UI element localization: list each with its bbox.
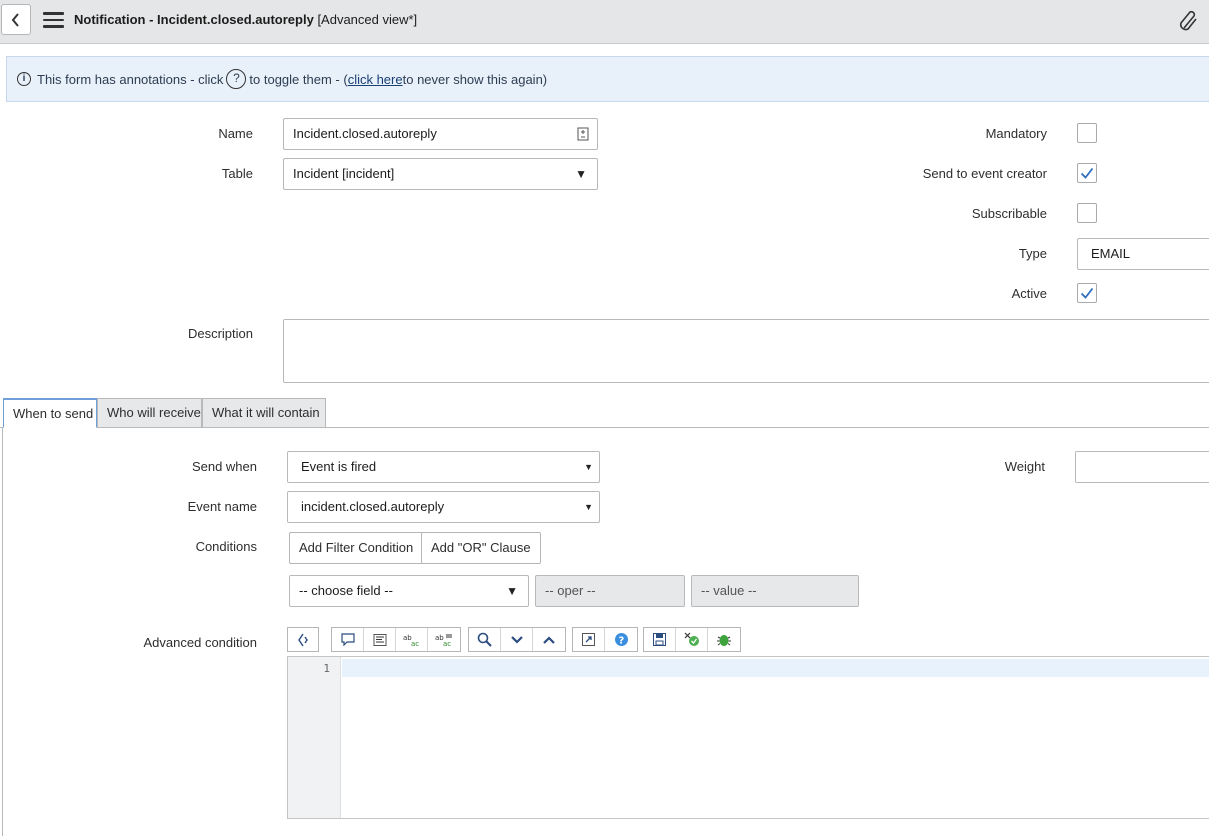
svg-text:ac: ac [411,640,419,647]
operator-select[interactable]: -- oper -- [535,575,685,607]
send-when-select[interactable]: Event is fired ▼ [287,451,600,483]
send-to-event-creator-checkbox[interactable] [1077,163,1097,183]
replace-button[interactable]: ab ac [396,628,428,651]
table-select[interactable]: Incident [incident] ▼ [283,158,598,190]
editor-toolbar-group-2 [468,627,566,652]
search-button[interactable] [469,628,501,651]
name-label: Name [218,126,253,141]
view-name: [Advanced view*] [317,12,418,27]
editor-gutter [288,657,341,818]
add-filter-condition-button[interactable]: Add Filter Condition [289,532,424,564]
hamburger-menu-icon[interactable] [43,12,64,29]
syntax-check-button[interactable] [676,628,708,651]
svg-text:ac: ac [443,640,451,647]
annotation-text-end: to never show this again) [402,71,548,87]
align-text-button[interactable] [364,628,396,651]
tab-what-it-will-contain[interactable]: What it will contain [202,398,326,428]
choose-field-select[interactable]: -- choose field -- ▼ [289,575,529,607]
active-checkbox[interactable] [1077,283,1097,303]
replace-all-button[interactable]: ab ac [428,628,460,651]
advanced-condition-label: Advanced condition [143,635,257,650]
active-label: Active [1011,286,1047,301]
comment-button[interactable] [332,628,364,651]
chevron-down-icon: ▼ [575,167,587,181]
editor-toolbar-group-4 [643,627,741,652]
info-icon: i [17,72,31,86]
send-when-label: Send when [191,459,257,474]
toggle-annotations-help-icon[interactable]: ? [226,69,247,89]
chevron-up-icon [543,635,555,644]
format-code-icon [298,633,308,646]
syntax-check-icon [684,632,699,646]
description-label: Description [187,326,253,341]
type-select[interactable]: EMAIL [1077,238,1209,270]
debug-button[interactable] [708,628,740,651]
value-input[interactable]: -- value -- [691,575,859,607]
weight-input[interactable] [1075,451,1209,483]
form-title: Notification - Incident.closed.autoreply [74,12,314,27]
choose-field-value: -- choose field -- [299,583,393,598]
annotation-text-start: This form has annotations - click [37,71,224,87]
name-value: Incident.closed.autoreply [293,126,437,141]
editor-toolbar-group-3: ? [572,627,638,652]
event-name-select[interactable]: incident.closed.autoreply ▼ [287,491,600,523]
script-editor[interactable] [287,656,1209,819]
description-textarea[interactable] [283,319,1209,383]
fullscreen-button[interactable] [573,628,605,651]
expand-icon [582,633,595,646]
svg-text:?: ? [618,636,624,647]
checkmark-icon [1080,167,1094,179]
replace-all-icon: abac [435,634,452,647]
find-previous-button[interactable] [533,628,565,651]
subscribable-label: Subscribable [971,206,1047,221]
event-name-label: Event name [187,499,257,514]
conditions-label: Conditions [195,539,257,554]
annotation-text-mid: to toggle them - ( [249,71,348,87]
weight-label: Weight [1004,459,1045,474]
tab-when-to-send[interactable]: When to send [3,398,97,428]
help-button[interactable]: ? [605,628,637,651]
active-line-highlight [342,659,1209,677]
field-suggestion-icon[interactable] [577,127,589,141]
bug-icon [717,635,731,646]
save-icon [653,633,666,646]
chevron-down-icon: ▼ [506,584,518,598]
align-text-icon [373,633,386,646]
mandatory-checkbox[interactable] [1077,123,1097,143]
tab-panel-border [2,428,3,836]
chevron-down-icon [510,635,523,644]
editor-toolbar-group-1: ab ac ab ac [331,627,461,652]
add-or-clause-button[interactable]: Add "OR" Clause [421,532,541,564]
format-code-button[interactable] [287,627,319,652]
type-value: EMAIL [1091,246,1131,261]
search-icon [477,632,492,647]
table-label: Table [221,166,253,181]
chevron-down-icon: ▼ [584,502,593,512]
find-next-button[interactable] [501,628,533,651]
mandatory-label: Mandatory [985,126,1047,141]
chevron-down-icon: ▼ [584,462,593,472]
table-value: Incident [incident] [293,166,395,181]
annotation-banner: i This form has annotations - click ? to… [6,56,1209,102]
send-to-event-creator-label: Send to event creator [922,166,1047,181]
back-button[interactable] [1,4,31,35]
never-show-again-link[interactable]: click here [348,72,403,87]
subscribable-checkbox[interactable] [1077,203,1097,223]
checkmark-icon [1080,287,1094,299]
chevron-left-icon [11,12,19,27]
event-name-value: incident.closed.autoreply [301,499,445,514]
line-number: 1 [323,662,330,675]
type-label: Type [1018,246,1047,261]
send-when-value: Event is fired [301,459,377,474]
help-icon: ? [614,633,628,647]
replace-icon: abac [403,634,419,647]
save-button[interactable] [644,628,676,651]
name-input[interactable]: Incident.closed.autoreply [283,118,598,150]
comment-icon [340,633,355,646]
page-title: Notification - Incident.closed.autoreply… [74,12,417,27]
tab-who-will-receive[interactable]: Who will receive [97,398,202,428]
attachment-paperclip-icon[interactable] [1178,9,1200,33]
